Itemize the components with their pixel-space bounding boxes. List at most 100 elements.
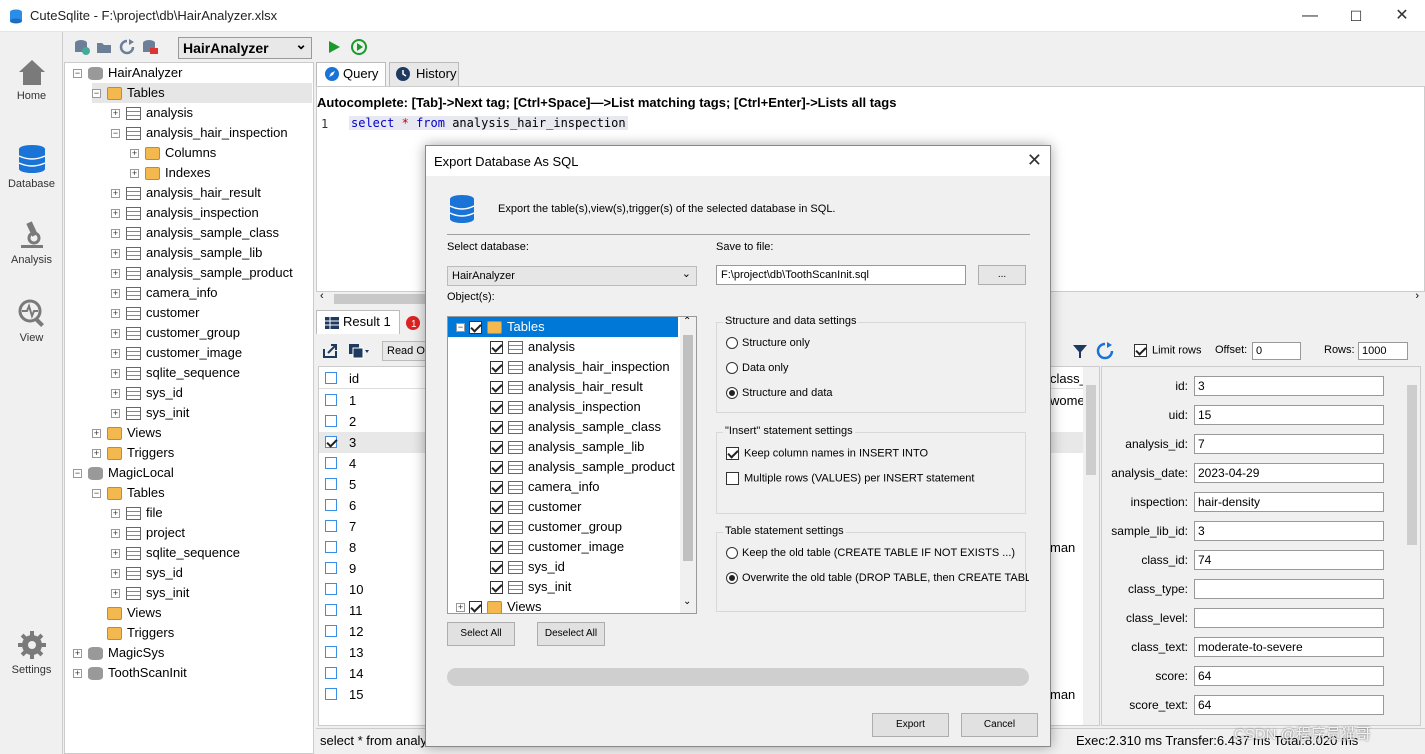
expand-icon[interactable]: + bbox=[111, 329, 120, 339]
browse-button[interactable]: ... bbox=[978, 265, 1026, 285]
expand-icon[interactable]: + bbox=[111, 389, 120, 399]
expand-icon[interactable]: + bbox=[73, 649, 82, 659]
tree-db-hairanalyzer[interactable]: − HairAnalyzer bbox=[73, 63, 182, 83]
object-item[interactable]: camera_info bbox=[490, 477, 600, 497]
save-file-input[interactable]: F:\project\db\ToothScanInit.sql bbox=[716, 265, 966, 285]
object-checkbox[interactable] bbox=[490, 521, 503, 535]
column-header-id[interactable]: id bbox=[349, 368, 359, 389]
grid-vertical-scrollbar[interactable] bbox=[1083, 367, 1099, 725]
collapse-icon[interactable]: − bbox=[73, 69, 82, 79]
object-item[interactable]: customer_group bbox=[490, 517, 622, 537]
row-checkbox[interactable] bbox=[325, 541, 337, 553]
object-item[interactable]: customer_image bbox=[490, 537, 624, 557]
object-item[interactable]: analysis_sample_product bbox=[490, 457, 675, 477]
tree-table-item[interactable]: + customer bbox=[111, 303, 199, 323]
expand-icon[interactable]: + bbox=[456, 603, 465, 613]
scroll-right-icon[interactable]: › bbox=[1415, 290, 1419, 302]
tree-table-item[interactable]: + analysis bbox=[111, 103, 193, 123]
detail-field-value[interactable]: 2023-04-29 bbox=[1194, 463, 1384, 483]
expand-icon[interactable]: + bbox=[111, 409, 120, 419]
scroll-down-icon[interactable]: ⌄ bbox=[683, 596, 691, 607]
tables-checkbox[interactable] bbox=[469, 321, 482, 335]
tree-table-item[interactable]: − analysis_hair_inspection bbox=[111, 123, 288, 143]
keep-column-names-checkbox[interactable]: Keep column names in INSERT INTO bbox=[726, 447, 928, 460]
tree-table-item[interactable]: + analysis_hair_result bbox=[111, 183, 261, 203]
tree-tables-magiclocal[interactable]: − Tables bbox=[92, 483, 165, 503]
detail-field-value[interactable] bbox=[1194, 579, 1384, 599]
radio-circle[interactable] bbox=[726, 387, 738, 400]
collapse-icon[interactable]: − bbox=[73, 469, 82, 479]
object-checkbox[interactable] bbox=[490, 561, 503, 575]
expand-icon[interactable]: + bbox=[92, 429, 101, 439]
expand-icon[interactable]: + bbox=[111, 249, 120, 259]
tree-table-item[interactable]: + sys_id bbox=[111, 383, 183, 403]
structure-and-data-radio[interactable]: Structure and data bbox=[726, 387, 833, 400]
row-checkbox[interactable] bbox=[325, 415, 337, 427]
multiple-rows-checkbox[interactable]: Multiple rows (VALUES) per INSERT statem… bbox=[726, 472, 974, 485]
row-checkbox[interactable] bbox=[325, 457, 337, 469]
row-checkbox[interactable] bbox=[325, 583, 337, 595]
expand-icon[interactable]: + bbox=[111, 549, 120, 559]
row-checkbox[interactable] bbox=[325, 604, 337, 616]
filter-icon[interactable] bbox=[1072, 343, 1088, 359]
keep-old-table-radio[interactable]: Keep the old table (CREATE TABLE IF NOT … bbox=[726, 547, 1015, 560]
expand-icon[interactable]: + bbox=[130, 149, 139, 159]
detail-field-value[interactable]: 3 bbox=[1194, 376, 1384, 396]
row-checkbox[interactable] bbox=[325, 478, 337, 490]
refresh-icon[interactable] bbox=[119, 39, 135, 55]
tree-table-item[interactable]: + sys_init bbox=[111, 583, 189, 603]
row-checkbox[interactable] bbox=[325, 688, 337, 700]
detail-field-value[interactable] bbox=[1194, 608, 1384, 628]
nav-settings[interactable]: Settings bbox=[0, 630, 63, 676]
export-button[interactable]: Export bbox=[872, 713, 949, 737]
object-checkbox[interactable] bbox=[490, 341, 503, 355]
objects-root-tables[interactable]: − Tables bbox=[448, 317, 678, 337]
tab-history[interactable]: History bbox=[389, 62, 459, 86]
tree-table-item[interactable]: + sys_init bbox=[111, 403, 189, 423]
row-checkbox[interactable] bbox=[325, 667, 337, 679]
expand-icon[interactable]: + bbox=[111, 229, 120, 239]
nav-view[interactable]: View bbox=[0, 298, 63, 344]
close-icon[interactable]: ✕ bbox=[1027, 150, 1042, 171]
object-checkbox[interactable] bbox=[490, 421, 503, 435]
expand-icon[interactable]: + bbox=[111, 189, 120, 199]
expand-icon[interactable]: + bbox=[111, 209, 120, 219]
row-checkbox[interactable] bbox=[325, 499, 337, 511]
scroll-thumb[interactable] bbox=[1407, 385, 1417, 545]
expand-icon[interactable]: + bbox=[111, 349, 120, 359]
detail-field-value[interactable]: 15 bbox=[1194, 405, 1384, 425]
object-item[interactable]: analysis_hair_result bbox=[490, 377, 643, 397]
tree-tables-hairanalyzer[interactable]: − Tables bbox=[92, 83, 312, 103]
tree-views-magiclocal[interactable]: Views bbox=[107, 603, 161, 623]
dialog-database-select[interactable]: HairAnalyzer ⌄ bbox=[447, 266, 697, 286]
detail-field-value[interactable]: 74 bbox=[1194, 550, 1384, 570]
radio-circle[interactable] bbox=[726, 572, 738, 585]
tab-result-1[interactable]: Result 1 bbox=[316, 310, 400, 334]
collapse-icon[interactable]: − bbox=[92, 89, 101, 99]
run-icon[interactable] bbox=[326, 39, 342, 55]
object-item[interactable]: analysis_hair_inspection bbox=[490, 357, 670, 377]
object-item[interactable]: analysis_sample_lib bbox=[490, 437, 644, 457]
tree-triggers-magiclocal[interactable]: Triggers bbox=[107, 623, 174, 643]
select-all-button[interactable]: Select All bbox=[447, 622, 515, 646]
views-checkbox[interactable] bbox=[469, 601, 482, 613]
limit-rows-check[interactable] bbox=[1134, 344, 1147, 357]
nav-analysis[interactable]: Analysis bbox=[0, 220, 63, 266]
expand-icon[interactable]: + bbox=[73, 669, 82, 679]
expand-icon[interactable]: + bbox=[111, 109, 120, 119]
checkbox[interactable] bbox=[726, 447, 739, 460]
expand-icon[interactable]: + bbox=[111, 569, 120, 579]
tree-folder-item[interactable]: + Indexes bbox=[130, 163, 211, 183]
nav-home[interactable]: Home bbox=[0, 58, 63, 102]
tree-table-item[interactable]: + analysis_sample_class bbox=[111, 223, 279, 243]
tree-table-item[interactable]: + customer_group bbox=[111, 323, 240, 343]
object-item[interactable]: customer bbox=[490, 497, 581, 517]
select-all-checkbox[interactable] bbox=[325, 372, 337, 384]
expand-icon[interactable]: + bbox=[92, 449, 101, 459]
structure-only-radio[interactable]: Structure only bbox=[726, 337, 810, 350]
radio-circle[interactable] bbox=[726, 547, 738, 560]
detail-field-value[interactable]: 64 bbox=[1194, 666, 1384, 686]
row-checkbox[interactable] bbox=[325, 625, 337, 637]
tree-table-item[interactable]: + sys_id bbox=[111, 563, 183, 583]
overwrite-old-table-radio[interactable]: Overwrite the old table (DROP TABLE, the… bbox=[726, 572, 1029, 585]
